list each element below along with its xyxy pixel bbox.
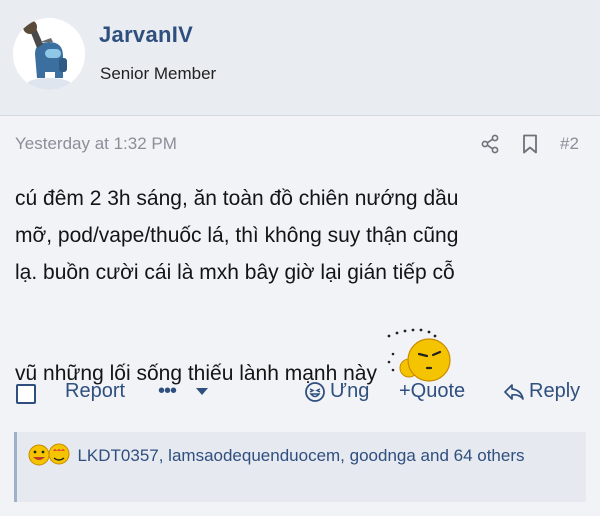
username[interactable]: JarvanIV [99,22,193,48]
laugh-react-icon [305,381,325,402]
report-button[interactable]: Report [65,380,125,403]
quote-label: +Quote [399,380,466,402]
post-body: cú đêm 2 3h sáng, ăn toàn đồ chiên nướng… [15,180,587,392]
reply-label: Reply [529,380,581,402]
user-header: JarvanIV Senior Member [0,0,600,116]
post-line: lạ. buồn cười cái là mxh bây giờ lại giá… [15,261,455,284]
select-checkbox[interactable] [16,384,36,404]
react-label: Ưng [330,380,370,402]
quote-button[interactable]: +Quote [399,380,465,403]
reaction-emojis-icon [28,443,70,466]
post-date[interactable]: Yesterday at 1:32 PM [15,134,177,154]
more-options-button[interactable]: ••• [158,380,177,403]
reply-arrow-icon [504,383,524,400]
bookmark-icon[interactable] [522,134,538,154]
avatar-character-icon [13,18,85,90]
user-title: Senior Member [100,64,217,83]
chevron-down-icon[interactable] [196,388,208,395]
post: Yesterday at 1:32 PM #2 cú đêm 2 3h sáng… [0,116,600,516]
reactions-list[interactable]: LKDT0357, lamsaodequenduocem, goodnga an… [77,446,524,465]
post-number[interactable]: #2 [560,134,579,154]
react-button[interactable]: Ưng [304,380,369,403]
reply-button[interactable]: Reply [503,380,580,403]
report-label: Report [65,380,126,402]
post-line: cú đêm 2 3h sáng, ăn toàn đồ chiên nướng… [15,187,459,210]
post-line: mỡ, pod/vape/thuốc lá, thì không suy thậ… [15,224,459,247]
reactions-bar[interactable]: LKDT0357, lamsaodequenduocem, goodnga an… [14,432,586,502]
avatar[interactable] [13,18,85,90]
post-actions: Report ••• Ưng +Quote Reply [0,374,600,414]
share-icon[interactable] [481,134,499,154]
